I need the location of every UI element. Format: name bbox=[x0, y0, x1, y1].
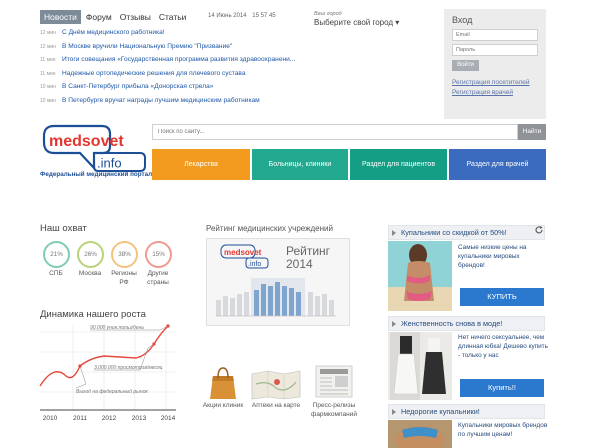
news-time: 11 мин bbox=[40, 70, 56, 77]
logo-main-text: medsovet bbox=[49, 133, 124, 150]
login-button[interactable]: Войти bbox=[452, 60, 479, 71]
rating-bars-graphic bbox=[216, 278, 336, 317]
growth-annotation-federal: Выход на федеральный рынок bbox=[76, 388, 148, 395]
city-select[interactable]: Выберите свой город ▾ bbox=[314, 18, 399, 27]
coverage-label-regions: Регионы РФ bbox=[111, 270, 137, 286]
city-selector: Ваш город Выберите свой город ▾ bbox=[314, 11, 399, 27]
news-item: 11 мин Надежные ортопедические решения дл… bbox=[40, 70, 340, 84]
press-release-icon[interactable] bbox=[312, 364, 356, 400]
date-time: 14 Июнь 2014 15 57 45 bbox=[208, 13, 276, 19]
ad-title[interactable]: Недорогие купальники! bbox=[388, 404, 545, 419]
ad-title-text: Недорогие купальники! bbox=[401, 407, 480, 416]
growth-tick: 2011 bbox=[73, 415, 87, 422]
news-link[interactable]: Итоги совещания «Государственная програм… bbox=[62, 56, 295, 63]
news-time: 11 мин bbox=[40, 57, 56, 63]
news-link[interactable]: В Москве вручили Национальную Премию "Пр… bbox=[62, 43, 232, 50]
skirt-photo[interactable] bbox=[388, 332, 452, 400]
news-time: 10 мин bbox=[40, 84, 56, 90]
rating-title: Рейтинг медицинских учреждений bbox=[206, 224, 333, 233]
ad-title-text: Купальники со скидкой от 50%! bbox=[401, 228, 507, 237]
growth-annotation-users: 90.000 уник.польз/день bbox=[90, 325, 144, 331]
coverage-circle-spb: 21% bbox=[43, 241, 70, 268]
news-time: 12 мин bbox=[40, 30, 56, 36]
news-item: 12 мин В Москве вручили Национальную Прем… bbox=[40, 43, 340, 57]
ad-text[interactable]: Купальники мировых брендов по лучшим цен… bbox=[458, 422, 548, 440]
news-time: 10 мин bbox=[40, 97, 56, 104]
tile-doctors[interactable]: Раздел для врачей bbox=[449, 149, 546, 180]
swimsuit-photo[interactable] bbox=[388, 420, 452, 448]
ad-title[interactable]: Женственность снова в моде! bbox=[388, 316, 545, 331]
password-field[interactable] bbox=[452, 44, 538, 56]
swimsuit-photo[interactable] bbox=[388, 241, 452, 311]
ad-title-text: Женственность снова в моде! bbox=[401, 319, 503, 328]
login-panel: Вход Войти Регистрация посетителей Регис… bbox=[444, 9, 546, 119]
news-item: 11 мин Итоги совещания «Государственная п… bbox=[40, 56, 340, 70]
ad-text[interactable]: Самые низкие цены на купальники мировых … bbox=[458, 244, 548, 270]
rating-logo-sub: .info bbox=[248, 261, 261, 268]
coverage-circle-other: 15% bbox=[145, 241, 172, 268]
rating-logo-main: medsovet bbox=[224, 248, 262, 257]
news-list: 12 мин С Днём медицинского работника! 12 … bbox=[40, 29, 340, 110]
rating-label-line2: 2014 bbox=[286, 257, 313, 271]
growth-chart: 90.000 уник.польз/день 3.000.000 просмот… bbox=[39, 324, 176, 422]
growth-annotation-views: 3.000.000 просмотров/месяц bbox=[94, 365, 163, 371]
triangle-icon bbox=[392, 409, 396, 415]
coverage-label-spb: СПБ bbox=[49, 270, 63, 277]
ad-title[interactable]: Купальники со скидкой от 50%! bbox=[388, 225, 545, 240]
tile-patients[interactable]: Раздел для пациентов bbox=[350, 149, 447, 180]
growth-tick: 2010 bbox=[43, 415, 58, 422]
triangle-icon bbox=[392, 321, 396, 327]
triangle-icon bbox=[392, 230, 396, 236]
news-link[interactable]: С Днём медицинского работника! bbox=[62, 29, 165, 36]
growth-tick: 2014 bbox=[161, 415, 176, 422]
search-button[interactable]: Найти bbox=[518, 124, 546, 140]
login-title: Вход bbox=[452, 15, 473, 25]
shopping-bag-icon[interactable] bbox=[208, 366, 238, 400]
logo-sub-text: .info bbox=[97, 156, 122, 171]
current-clock: 15 57 45 bbox=[252, 13, 276, 19]
city-caption: Ваш город bbox=[314, 11, 342, 17]
refresh-icon[interactable] bbox=[534, 225, 544, 235]
ad-buy-button[interactable]: КУПИТЬ bbox=[460, 288, 544, 306]
register-doctors-link[interactable]: Регистрация врачей bbox=[452, 89, 538, 96]
news-item: 10 мин В Санкт-Петербург прибыла «Донорск… bbox=[40, 83, 340, 97]
coverage-circle-regions: 38% bbox=[111, 241, 138, 268]
press-releases-label[interactable]: Пресс-релизы фармкомпаний bbox=[300, 402, 368, 419]
current-date: 14 Июнь 2014 bbox=[208, 13, 247, 19]
logo-tagline: Федеральный медицинский портал bbox=[40, 171, 153, 178]
news-link[interactable]: Надежные ортопедические решения для плеч… bbox=[62, 70, 246, 77]
tile-hospitals[interactable]: Больницы, клиники bbox=[252, 149, 348, 180]
map-icon[interactable] bbox=[250, 370, 302, 400]
tab-reviews[interactable]: Отзывы bbox=[117, 10, 154, 24]
news-link[interactable]: В Санкт-Петербург прибыла «Донорская стр… bbox=[62, 83, 213, 90]
growth-x-ticks: 2010 2011 2012 2013 2014 bbox=[43, 415, 176, 422]
tile-medicines[interactable]: Лекарства bbox=[152, 149, 250, 180]
coverage-label-other: Другие страны bbox=[147, 270, 169, 286]
email-field[interactable] bbox=[452, 29, 538, 41]
tab-forum[interactable]: Форум bbox=[83, 10, 115, 24]
news-item: 10 мин В Петербурге вручат награды лучшим… bbox=[40, 97, 340, 111]
coverage-title: Наш охват bbox=[40, 223, 87, 234]
coverage-label-moscow: Москва bbox=[78, 270, 102, 277]
register-visitors-link[interactable]: Регистрация посетителей bbox=[452, 79, 538, 86]
rating-logo: medsovet .info bbox=[220, 244, 269, 269]
tab-news[interactable]: Новости bbox=[40, 9, 81, 24]
news-time: 12 мин bbox=[40, 43, 56, 50]
growth-tick: 2013 bbox=[132, 415, 147, 422]
news-link[interactable]: В Петербурге вручат награды лучшим медиц… bbox=[62, 97, 260, 104]
top-nav-tabs: Новости Форум Отзывы Статьи bbox=[40, 9, 191, 24]
ad-buy-button[interactable]: Купить!! bbox=[460, 379, 544, 397]
ad-text[interactable]: Нет ничего сексуальнее, чем длинная юбка… bbox=[458, 334, 548, 360]
tab-articles[interactable]: Статьи bbox=[156, 10, 190, 24]
pharmacy-map-label[interactable]: Аптеки на карте bbox=[244, 402, 308, 411]
search-input[interactable] bbox=[152, 124, 518, 140]
rating-label: Рейтинг 2014 bbox=[286, 245, 330, 271]
news-item: 12 мин С Днём медицинского работника! bbox=[40, 29, 340, 43]
coverage-circle-moscow: 26% bbox=[77, 241, 104, 268]
growth-tick: 2012 bbox=[102, 415, 117, 422]
